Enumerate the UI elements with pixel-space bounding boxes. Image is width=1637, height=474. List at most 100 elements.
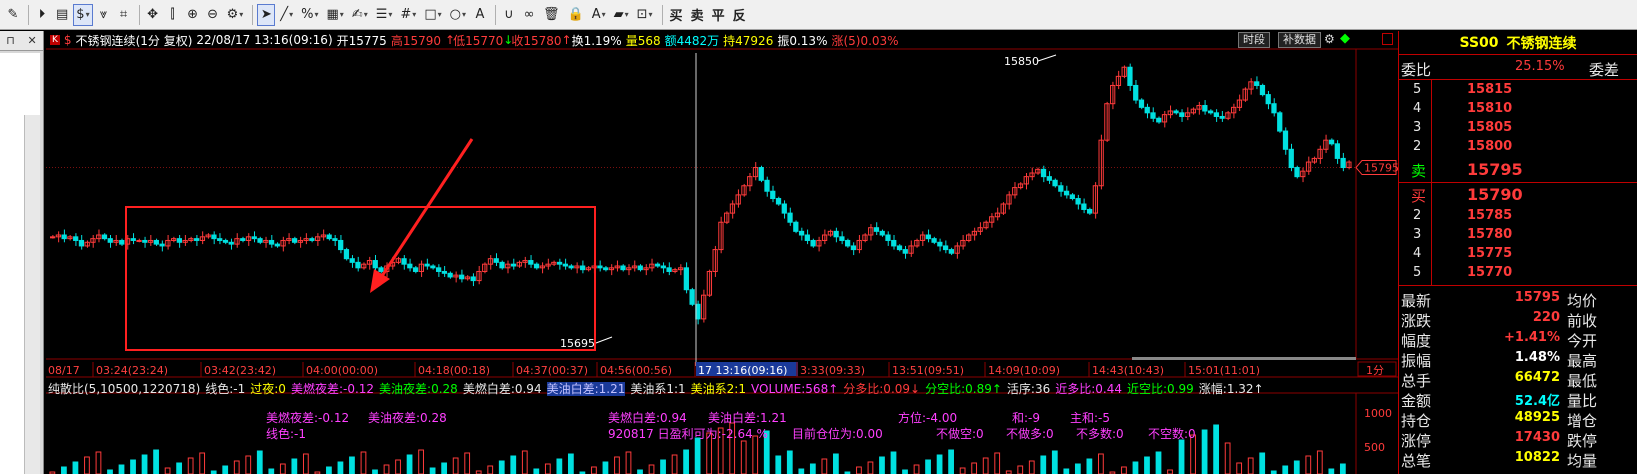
volume-bar xyxy=(302,453,309,474)
stat-label: 幅度 xyxy=(1401,332,1432,350)
magnet-icon[interactable]: ∪ xyxy=(500,4,518,26)
save-template-icon[interactable]: ⊡ xyxy=(634,4,656,26)
indicator-value: 美油白差:1.21 xyxy=(546,382,626,396)
candle xyxy=(977,222,983,235)
svg-text:04:56(00:56): 04:56(00:56) xyxy=(600,364,672,377)
candle xyxy=(1254,76,1260,90)
indicator-label: 不空数:0 xyxy=(1148,427,1196,441)
edit-icon[interactable]: ✎ xyxy=(4,4,22,26)
volume-bar xyxy=(1236,462,1243,474)
candle xyxy=(574,262,580,274)
crosshair-box-icon[interactable]: ⌗ xyxy=(115,4,133,26)
candle xyxy=(412,266,419,274)
candle xyxy=(188,236,194,243)
stat-value: 48925 xyxy=(1514,410,1560,425)
candle xyxy=(493,253,499,266)
percent-icon[interactable]: % xyxy=(298,4,321,26)
text-color-icon[interactable]: A xyxy=(589,4,609,26)
pin-icon[interactable]: ⊓ xyxy=(6,34,15,47)
trash-icon[interactable]: 🗑 xyxy=(540,4,563,26)
volume-bar xyxy=(487,465,494,474)
stat-label: 持仓 xyxy=(1401,412,1432,430)
indicator-label: 美油夜差:0.28 xyxy=(368,411,447,425)
candle xyxy=(401,255,407,270)
candle xyxy=(816,236,822,252)
candle xyxy=(505,260,511,274)
table-icon[interactable]: ▦ xyxy=(323,4,346,26)
candle xyxy=(862,233,868,243)
cursor-arrow-icon[interactable]: ➤ xyxy=(257,3,276,26)
close-icon[interactable]: ✕ xyxy=(27,34,36,47)
volume-axis-label: 1000 xyxy=(1364,407,1392,420)
svg-text:14:09(10:09): 14:09(10:09) xyxy=(988,364,1060,377)
zoom-out-icon[interactable]: ⊖ xyxy=(204,4,222,26)
candle xyxy=(1271,98,1277,117)
chart-filter-icon[interactable]: ⩔ xyxy=(95,4,113,26)
svg-text:04:00(00:00): 04:00(00:00) xyxy=(306,364,378,377)
candle xyxy=(649,258,655,272)
time-axis-label: 04:18(00:18) xyxy=(414,362,490,377)
indicator-value: 美油夜差:0.28 xyxy=(379,382,458,396)
chart-area[interactable]: K $ 不锈钢连续 (1分 复权) 22/08/17 13:16(09:16) … xyxy=(46,31,1398,474)
candle xyxy=(50,235,56,239)
left-side-panel: ⊓ ✕ xyxy=(0,31,44,474)
period-button[interactable]: 1分 xyxy=(1357,361,1397,377)
play-circle-icon[interactable]: ⏵ xyxy=(33,4,51,26)
trade-button-3[interactable]: 反 xyxy=(730,4,749,26)
time-axis-label: 04:56(00:56) xyxy=(596,362,672,377)
parallel-lines-icon[interactable]: ☰ xyxy=(373,4,396,26)
volume-bar xyxy=(1339,463,1346,474)
trade-button-1[interactable]: 卖 xyxy=(688,4,707,26)
link-icon[interactable]: ∞ xyxy=(520,4,538,26)
candle xyxy=(326,233,332,241)
trade-button-0[interactable]: 买 xyxy=(667,4,686,26)
floppy-icon[interactable]: ▤ xyxy=(53,4,71,26)
zoom-in-icon[interactable]: ⊕ xyxy=(184,4,202,26)
candle xyxy=(1202,100,1208,115)
trade-button-2[interactable]: 平 xyxy=(709,4,728,26)
vertical-split-icon[interactable]: ⫿ xyxy=(164,4,182,26)
line-tool-icon[interactable]: ╱ xyxy=(277,4,296,26)
left-panel-scrollbar[interactable] xyxy=(24,115,40,474)
rectangle-icon[interactable]: □ xyxy=(421,4,444,26)
volume-bar xyxy=(1224,442,1231,474)
volume-bar xyxy=(360,451,367,474)
candle xyxy=(251,231,257,243)
draw-brush-icon[interactable]: ✍ xyxy=(349,4,371,26)
fill-color-icon[interactable]: ▰ xyxy=(611,4,632,26)
candle xyxy=(320,229,327,241)
candle xyxy=(1213,109,1219,122)
candle xyxy=(804,229,810,245)
grid-hash-icon[interactable]: # xyxy=(397,4,419,26)
candle xyxy=(545,258,551,270)
lock-icon[interactable]: 🔒 xyxy=(565,4,587,26)
divider xyxy=(1399,79,1637,80)
candle xyxy=(1179,109,1185,122)
time-axis-label: 14:09(10:09) xyxy=(984,362,1060,377)
stat-label: 总笔 xyxy=(1401,452,1432,470)
toolbar-separator xyxy=(28,4,29,25)
candle xyxy=(614,260,620,272)
chart-scrollbar[interactable] xyxy=(1132,357,1356,360)
dollar-icon[interactable]: $ xyxy=(73,3,93,26)
circle-icon[interactable]: ○ xyxy=(447,4,469,26)
volume-bar xyxy=(233,460,240,474)
candle xyxy=(366,256,373,270)
candle xyxy=(1110,81,1116,110)
volume-bar xyxy=(1305,455,1312,474)
candle xyxy=(1196,101,1202,115)
candle xyxy=(309,236,315,243)
move-arrows-icon[interactable]: ✥ xyxy=(144,4,162,26)
time-axis-label: 3:33(09:33) xyxy=(796,362,865,377)
volume-axis-label: 500 xyxy=(1364,441,1385,454)
volume-bar xyxy=(1017,465,1024,474)
indicator-label: 方位:-4.00 xyxy=(898,411,958,425)
volume-bar xyxy=(925,459,931,474)
text-a-icon[interactable]: A xyxy=(471,4,489,26)
candle xyxy=(1173,109,1179,115)
time-axis-label: 17 13:16(09:16) xyxy=(694,362,798,377)
gear-icon[interactable]: ⚙ xyxy=(224,4,247,26)
indicator-value: 纯散比(5,10500,1220718) xyxy=(48,382,201,396)
ask-row: 5 15815 xyxy=(1399,81,1637,101)
candle xyxy=(205,233,211,239)
